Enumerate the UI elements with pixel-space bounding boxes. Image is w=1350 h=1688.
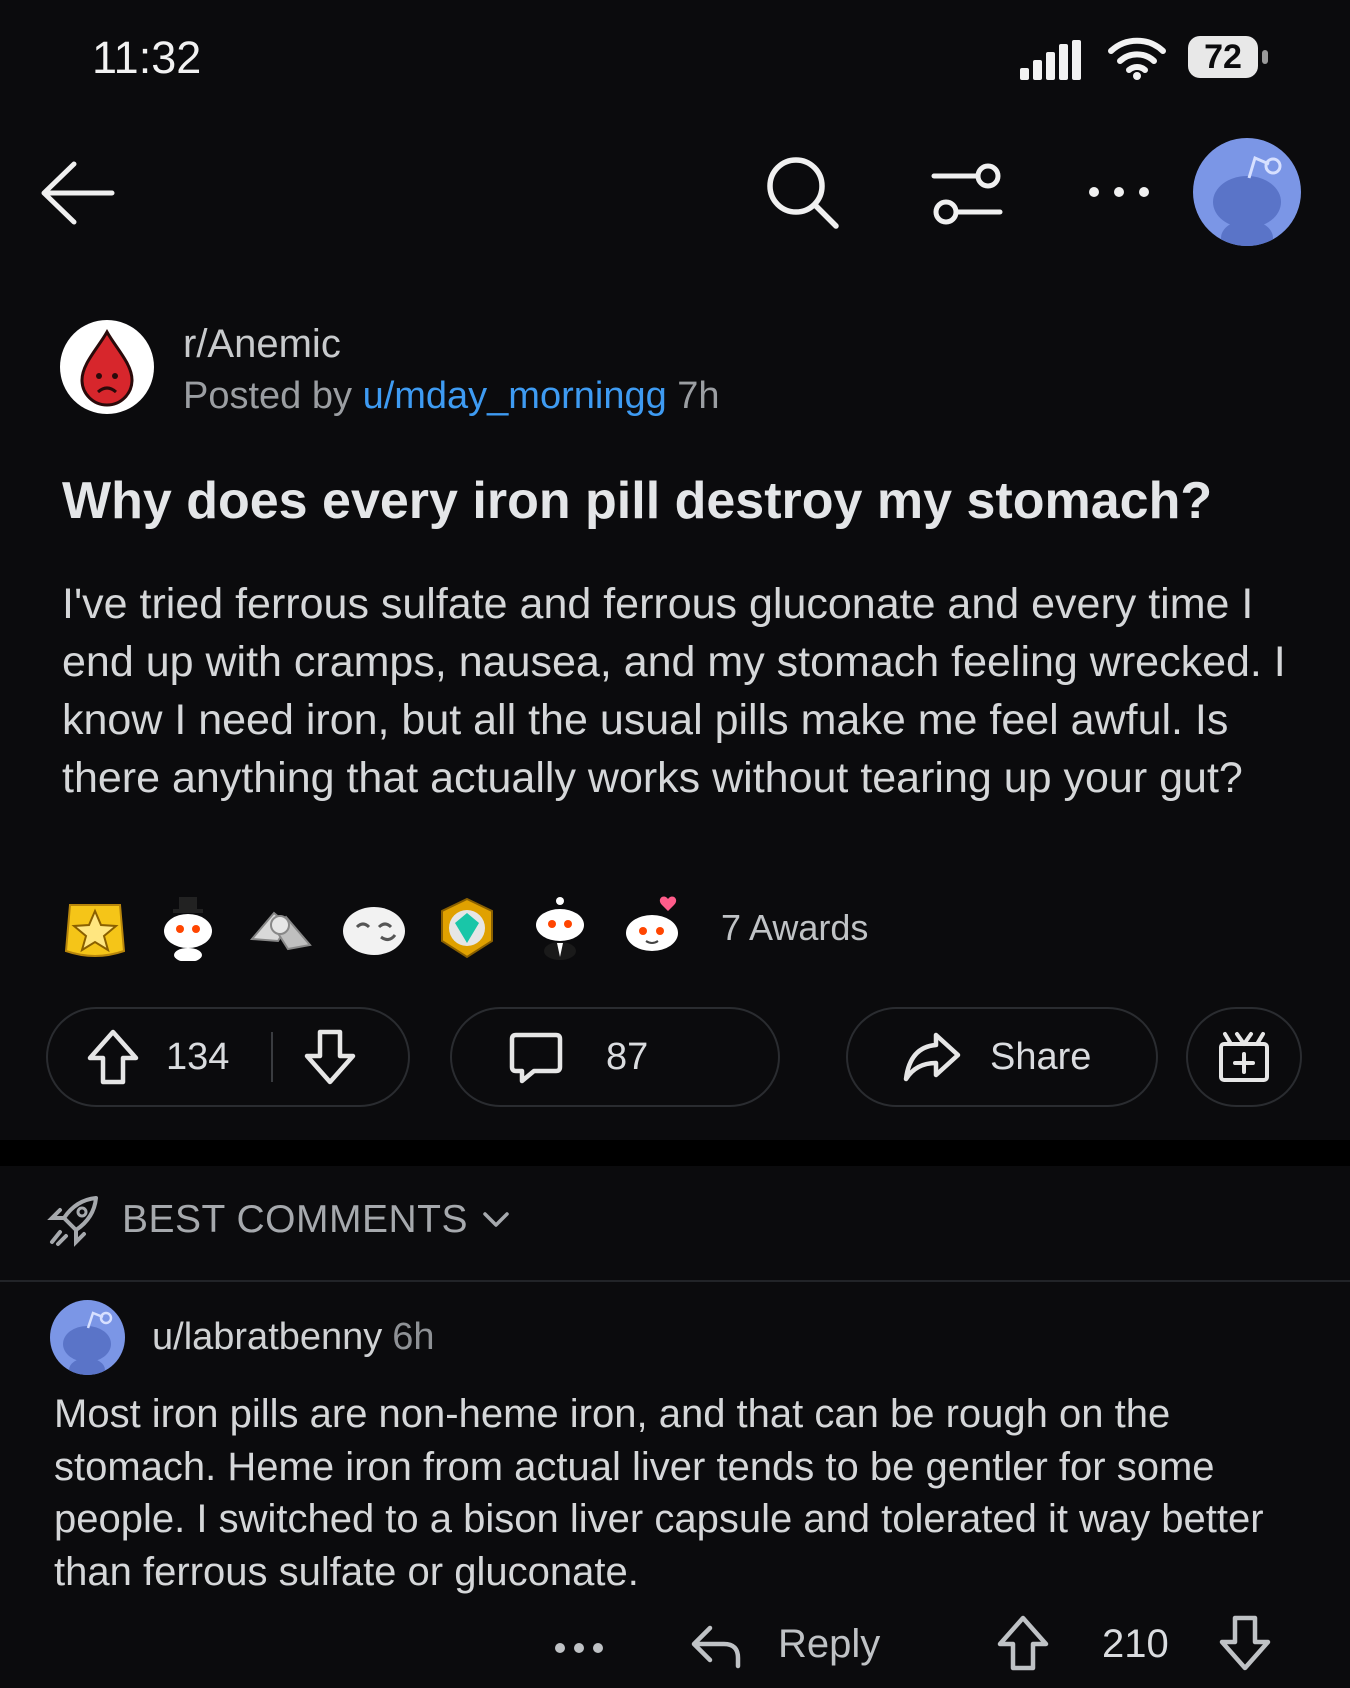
- share-arrow-icon: [903, 1032, 961, 1082]
- section-divider: [0, 1140, 1350, 1166]
- comment-age: 6h: [392, 1316, 435, 1358]
- snoo-heart-award-icon: [626, 896, 678, 951]
- reply-button[interactable]: Reply: [778, 1622, 880, 1667]
- comments-divider: [0, 1280, 1350, 1282]
- comment-author[interactable]: u/labratbenny: [152, 1316, 382, 1358]
- awards-row[interactable]: 7 Awards: [62, 893, 868, 963]
- downvote-arrow-icon[interactable]: [303, 1028, 357, 1086]
- gift-box-icon: [1219, 1032, 1269, 1082]
- handshake-award-icon: [249, 911, 312, 951]
- comment-body: Most iron pills are non-heme iron, and t…: [54, 1392, 1264, 1594]
- battery-tip: [1262, 50, 1268, 64]
- rocket-icon: [47, 1196, 98, 1247]
- gold-star-award-icon: [64, 904, 126, 957]
- comment-author-avatar[interactable]: [50, 1300, 125, 1375]
- battery-level: 72: [1188, 36, 1258, 78]
- chevron-down-icon: [483, 1212, 509, 1227]
- subreddit-name[interactable]: r/Anemic: [183, 322, 341, 367]
- comment-downvote-icon[interactable]: [1218, 1614, 1272, 1672]
- reply-arrow-icon[interactable]: [688, 1618, 744, 1674]
- back-arrow-icon[interactable]: [38, 158, 118, 228]
- vote-divider: [271, 1032, 274, 1082]
- comment-more-icon[interactable]: [550, 1622, 608, 1672]
- blood-drop-icon: [80, 328, 134, 407]
- post-author-link[interactable]: u/mday_morningg: [363, 375, 667, 417]
- comment-sort-selector[interactable]: BEST COMMENTS: [46, 1192, 510, 1248]
- vote-controls: 134: [46, 1007, 410, 1107]
- awards-count: 7 Awards: [721, 907, 869, 948]
- snoo-avatar-icon: [63, 1311, 113, 1375]
- status-time: 11:32: [92, 32, 202, 83]
- snoo-top-hat-award-icon: [164, 897, 212, 961]
- comment-upvote-icon[interactable]: [996, 1614, 1050, 1672]
- sort-label: BEST COMMENTS: [122, 1198, 468, 1241]
- share-button[interactable]: Share: [846, 1007, 1158, 1107]
- comment-score: 210: [1102, 1622, 1169, 1666]
- snoo-tuxedo-award-icon: [536, 897, 584, 960]
- post-score: 134: [166, 1035, 230, 1078]
- laughing-face-award-icon: [343, 907, 405, 955]
- user-avatar[interactable]: [1193, 138, 1301, 246]
- upvote-arrow-icon[interactable]: [86, 1028, 140, 1086]
- comment-count: 87: [606, 1035, 649, 1078]
- battery-indicator: 72: [1188, 36, 1270, 80]
- diamond-gem-award-icon: [441, 897, 493, 959]
- subreddit-icon[interactable]: [60, 320, 154, 414]
- post-meta: Posted by u/mday_morningg 7h: [183, 375, 720, 418]
- comment-meta: u/labratbenny 6h: [152, 1316, 435, 1359]
- share-label: Share: [990, 1035, 1092, 1078]
- comment-bubble-icon: [509, 1032, 563, 1084]
- more-options-icon[interactable]: [1084, 166, 1154, 216]
- posted-by-label: Posted by: [183, 375, 352, 417]
- snoo-avatar-icon: [1213, 155, 1282, 246]
- post-age: 7h: [677, 375, 720, 417]
- filter-sliders-icon[interactable]: [930, 160, 1004, 228]
- search-icon[interactable]: [762, 152, 842, 232]
- post-body: I've tried ferrous sulfate and ferrous g…: [62, 580, 1286, 802]
- give-award-button[interactable]: [1186, 1007, 1302, 1107]
- comments-button[interactable]: 87: [450, 1007, 780, 1107]
- post-title: Why does every iron pill destroy my stom…: [62, 472, 1213, 530]
- cellular-signal-icon: [1020, 40, 1081, 80]
- wifi-icon: [1108, 37, 1166, 80]
